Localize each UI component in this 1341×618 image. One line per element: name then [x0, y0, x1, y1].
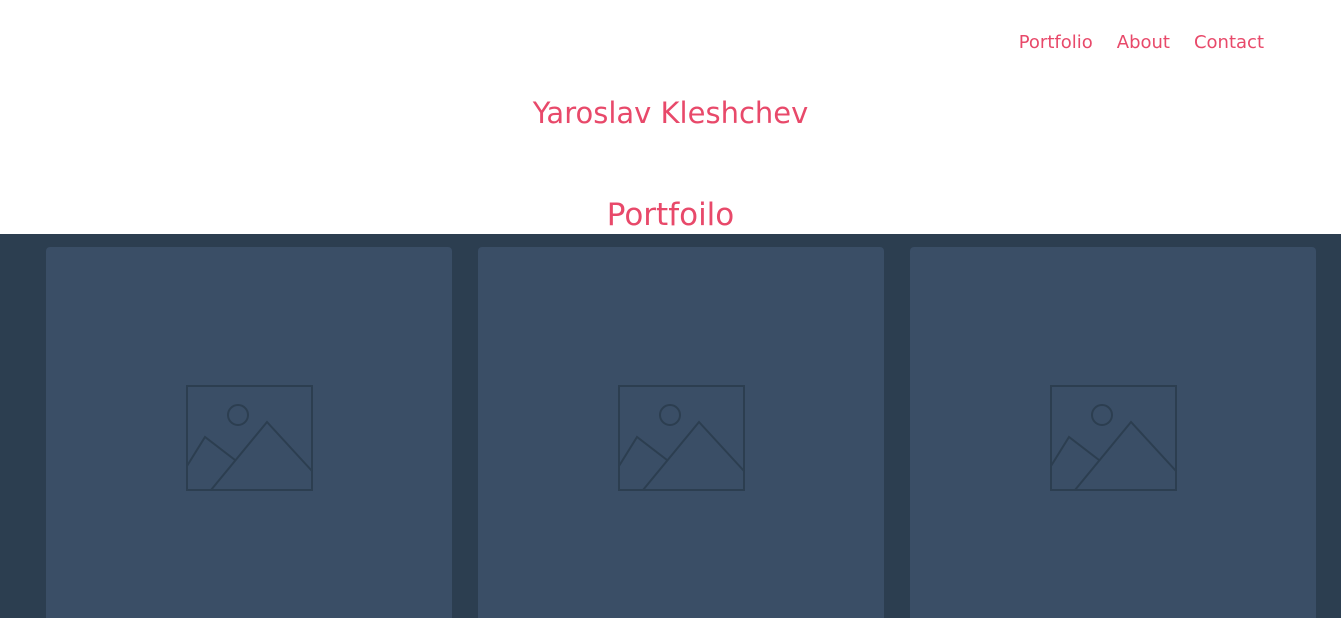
top-nav: Portfolio About Contact	[1019, 30, 1264, 56]
nav-link-contact[interactable]: Contact	[1194, 30, 1264, 56]
image-placeholder-icon	[618, 385, 745, 491]
image-placeholder-icon	[1050, 385, 1177, 491]
site-title: Yaroslav Kleshchev	[532, 96, 809, 130]
portfolio-card[interactable]	[478, 247, 884, 618]
portfolio-heading: Portfoilo	[606, 197, 735, 233]
page: Portfolio About Contact Yaroslav Kleshch…	[0, 0, 1341, 618]
portfolio-card[interactable]	[46, 247, 452, 618]
nav-link-about[interactable]: About	[1117, 30, 1170, 56]
portfolio-grid	[0, 234, 1341, 618]
nav-link-portfolio[interactable]: Portfolio	[1019, 30, 1093, 56]
portfolio-card[interactable]	[910, 247, 1316, 618]
image-placeholder-icon	[186, 385, 313, 491]
